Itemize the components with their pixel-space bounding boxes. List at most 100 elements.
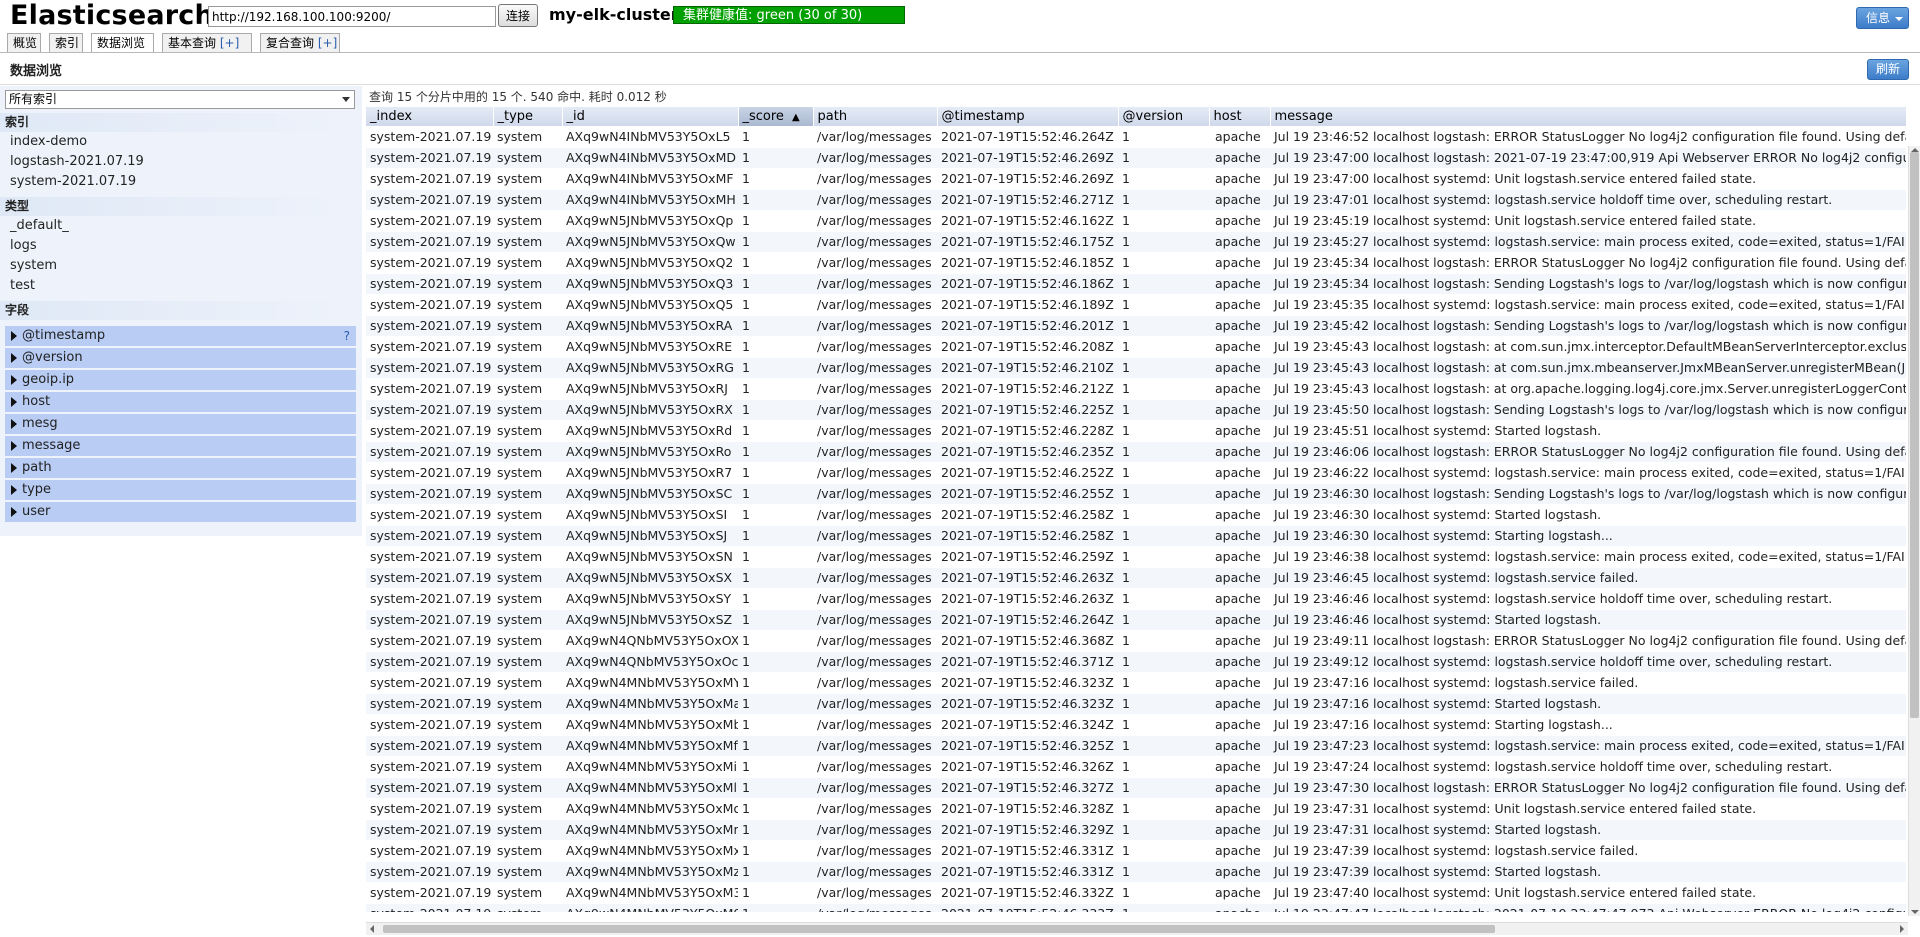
table-row[interactable]: system-2021.07.19 system AXq9wN5JNbMV53Y5O…	[366, 399, 1906, 421]
cell-index: system-2021.07.19	[366, 630, 493, 652]
table-row[interactable]: system-2021.07.19 system AXq9wN5JNbMV53Y5O…	[366, 231, 1906, 253]
field-item[interactable]: user	[5, 502, 356, 522]
field-item[interactable]: @version	[5, 348, 356, 368]
field-item[interactable]: host	[5, 392, 356, 412]
column-header-id[interactable]: _id	[562, 107, 739, 126]
table-row[interactable]: system-2021.07.19 system AXq9wN5JNbMV53Y5O…	[366, 336, 1906, 358]
help-icon[interactable]: ?	[344, 326, 350, 346]
scroll-left-icon[interactable]	[370, 925, 374, 933]
table-row[interactable]: system-2021.07.19 system AXq9wN4INbMV53Y5O…	[366, 126, 1906, 148]
table-row[interactable]: system-2021.07.19systemAXq9wN4MNbMV53Y5O…	[366, 861, 1906, 883]
table-row[interactable]: system-2021.07.19 system AXq9wN5JNbMV53Y5O…	[366, 294, 1906, 316]
column-header-label: _index	[370, 109, 413, 124]
table-row[interactable]: system-2021.07.19systemAXq9wN4MNbMV53Y5O…	[366, 819, 1906, 841]
table-row[interactable]: system-2021.07.19systemAXq9wN4MNbMV53Y5O…	[366, 882, 1906, 904]
index-item[interactable]: index-demo	[10, 133, 350, 153]
table-row[interactable]: system-2021.07.19 system AXq9wN5JNbMV53Y5O…	[366, 588, 1906, 610]
cell-score: 1	[738, 609, 813, 631]
table-row[interactable]: system-2021.07.19 system AXq9wN4INbMV53Y5O…	[366, 147, 1906, 169]
column-header-score[interactable]: _score ▲	[738, 107, 814, 126]
table-row[interactable]: system-2021.07.19systemAXq9wN4MNbMV53Y5O…	[366, 798, 1906, 820]
cell-message: Jul 19 23:47:31 localhost systemd: Unit …	[1270, 798, 1906, 820]
field-item[interactable]: mesg	[5, 414, 356, 434]
type-item[interactable]: logs	[10, 237, 350, 257]
field-item[interactable]: message	[5, 436, 356, 456]
type-item[interactable]: test	[10, 277, 350, 297]
cell-message: Jul 19 23:45:27 localhost systemd: logst…	[1270, 231, 1906, 253]
cell-id: AXq9wN4INbMV53Y5OxMD	[562, 147, 738, 169]
table-row[interactable]: system-2021.07.19 system AXq9wN5JNbMV53Y5O…	[366, 483, 1906, 505]
table-row[interactable]: system-2021.07.19systemAXq9wN4MNbMV53Y5O…	[366, 903, 1906, 912]
table-row[interactable]: system-2021.07.19systemAXq9wN4MNbMV53Y5O…	[366, 756, 1906, 778]
table-row[interactable]: system-2021.07.19 system AXq9wN5JNbMV53Y5O…	[366, 252, 1906, 274]
tab-compound-query-add[interactable]: [+]	[318, 36, 337, 50]
column-header-version[interactable]: @version	[1118, 107, 1210, 126]
cell-message: Jul 19 23:49:11 localhost logstash: ERRO…	[1270, 630, 1906, 652]
table-row[interactable]: system-2021.07.19 system AXq9wN5JNbMV53Y5O…	[366, 504, 1906, 526]
field-item[interactable]: geoip.ip	[5, 370, 356, 390]
info-dropdown-button[interactable]: 信息	[1856, 7, 1909, 29]
table-row[interactable]: system-2021.07.19systemAXq9wN4MNbMV53Y5O…	[366, 714, 1906, 736]
type-item[interactable]: _default_	[10, 217, 350, 237]
cell-index: system-2021.07.19	[366, 756, 493, 778]
table-row[interactable]: system-2021.07.19 system AXq9wN4INbMV53Y5O…	[366, 168, 1906, 190]
table-row[interactable]: system-2021.07.19systemAXq9wN4MNbMV53Y5O…	[366, 840, 1906, 862]
table-row[interactable]: system-2021.07.19 system AXq9wN5JNbMV53Y5O…	[366, 315, 1906, 337]
field-item[interactable]: @timestamp?	[5, 326, 356, 346]
index-item[interactable]: logstash-2021.07.19	[10, 153, 350, 173]
vertical-scroll-thumb[interactable]	[1910, 152, 1919, 718]
table-row[interactable]: system-2021.07.19 system AXq9wN5JNbMV53Y5O…	[366, 441, 1906, 463]
table-row[interactable]: system-2021.07.19 system AXq9wN5JNbMV53Y5O…	[366, 357, 1906, 379]
table-row[interactable]: system-2021.07.19 system AXq9wN5JNbMV53Y5O…	[366, 609, 1906, 631]
table-row[interactable]: system-2021.07.19 system AXq9wN5JNbMV53Y5O…	[366, 273, 1906, 295]
cell-path: /var/log/messages	[813, 588, 937, 610]
table-row[interactable]: system-2021.07.19 system AXq9wN5JNbMV53Y5O…	[366, 546, 1906, 568]
tab-overview[interactable]: 概览	[7, 33, 41, 52]
cluster-url-input[interactable]	[208, 6, 496, 27]
table-row[interactable]: system-2021.07.19 system AXq9wN5JNbMV53Y5O…	[366, 378, 1906, 400]
connect-button[interactable]: 连接	[498, 4, 538, 27]
column-header-host[interactable]: host	[1209, 107, 1271, 126]
tab-indices[interactable]: 索引	[49, 33, 83, 52]
column-header-timestamp[interactable]: @timestamp	[937, 107, 1119, 126]
cell-type: system	[493, 588, 562, 610]
tab-compound-query[interactable]: 复合查询 [+]	[260, 33, 340, 52]
table-row[interactable]: system-2021.07.19 system AXq9wN5JNbMV53Y5O…	[366, 420, 1906, 442]
table-row[interactable]: system-2021.07.19 system AXq9wN5JNbMV53Y5O…	[366, 567, 1906, 589]
refresh-button[interactable]: 刷新	[1867, 59, 1909, 80]
table-row[interactable]: system-2021.07.19 system AXq9wN4QNbMV53Y5O…	[366, 630, 1906, 652]
table-row[interactable]: system-2021.07.19systemAXq9wN4MNbMV53Y5O…	[366, 777, 1906, 799]
column-header-type[interactable]: _type	[493, 107, 563, 126]
column-header-message[interactable]: message	[1270, 107, 1906, 126]
table-row[interactable]: system-2021.07.19 system AXq9wN4INbMV53Y5O…	[366, 189, 1906, 211]
scroll-right-icon[interactable]	[1900, 925, 1904, 933]
index-select[interactable]: 所有索引	[5, 90, 355, 109]
type-item[interactable]: system	[10, 257, 350, 277]
cell-version: 1	[1118, 609, 1209, 631]
cell-path: /var/log/messages	[813, 777, 937, 799]
horizontal-scroll-thumb[interactable]	[383, 925, 1495, 933]
index-item[interactable]: system-2021.07.19	[10, 173, 350, 193]
cell-version: 1	[1118, 567, 1209, 589]
cell-version: 1	[1118, 546, 1209, 568]
tab-browser[interactable]: 数据浏览	[91, 33, 154, 53]
column-header-path[interactable]: path	[813, 107, 938, 126]
scroll-down-icon[interactable]	[1911, 910, 1919, 914]
table-row[interactable]: system-2021.07.19systemAXq9wN4MNbMV53Y5O…	[366, 693, 1906, 715]
table-row[interactable]: system-2021.07.19 system AXq9wN5JNbMV53Y5O…	[366, 525, 1906, 547]
table-row[interactable]: system-2021.07.19 system AXq9wN4QNbMV53Y5O…	[366, 651, 1906, 673]
tab-basic-query-add[interactable]: [+]	[220, 36, 239, 50]
cell-version: 1	[1118, 231, 1209, 253]
tab-basic-query[interactable]: 基本查询 [+]	[162, 33, 252, 52]
table-row[interactable]: system-2021.07.19 system AXq9wN5JNbMV53Y5O…	[366, 462, 1906, 484]
table-row[interactable]: system-2021.07.19systemAXq9wN4MNbMV53Y5O…	[366, 672, 1906, 694]
table-row[interactable]: system-2021.07.19 system AXq9wN5JNbMV53Y5O…	[366, 210, 1906, 232]
table-row[interactable]: system-2021.07.19systemAXq9wN4MNbMV53Y5O…	[366, 735, 1906, 757]
column-header-index[interactable]: _index	[366, 107, 494, 126]
cell-id: AXq9wN4MNbMV53Y5OxM3	[562, 882, 738, 904]
field-item[interactable]: path	[5, 458, 356, 478]
app-logo[interactable]: Elasticsearch	[10, 0, 214, 31]
field-item[interactable]: type	[5, 480, 356, 500]
cell-index: system-2021.07.19	[366, 525, 493, 547]
cell-path: /var/log/messages	[813, 210, 937, 232]
